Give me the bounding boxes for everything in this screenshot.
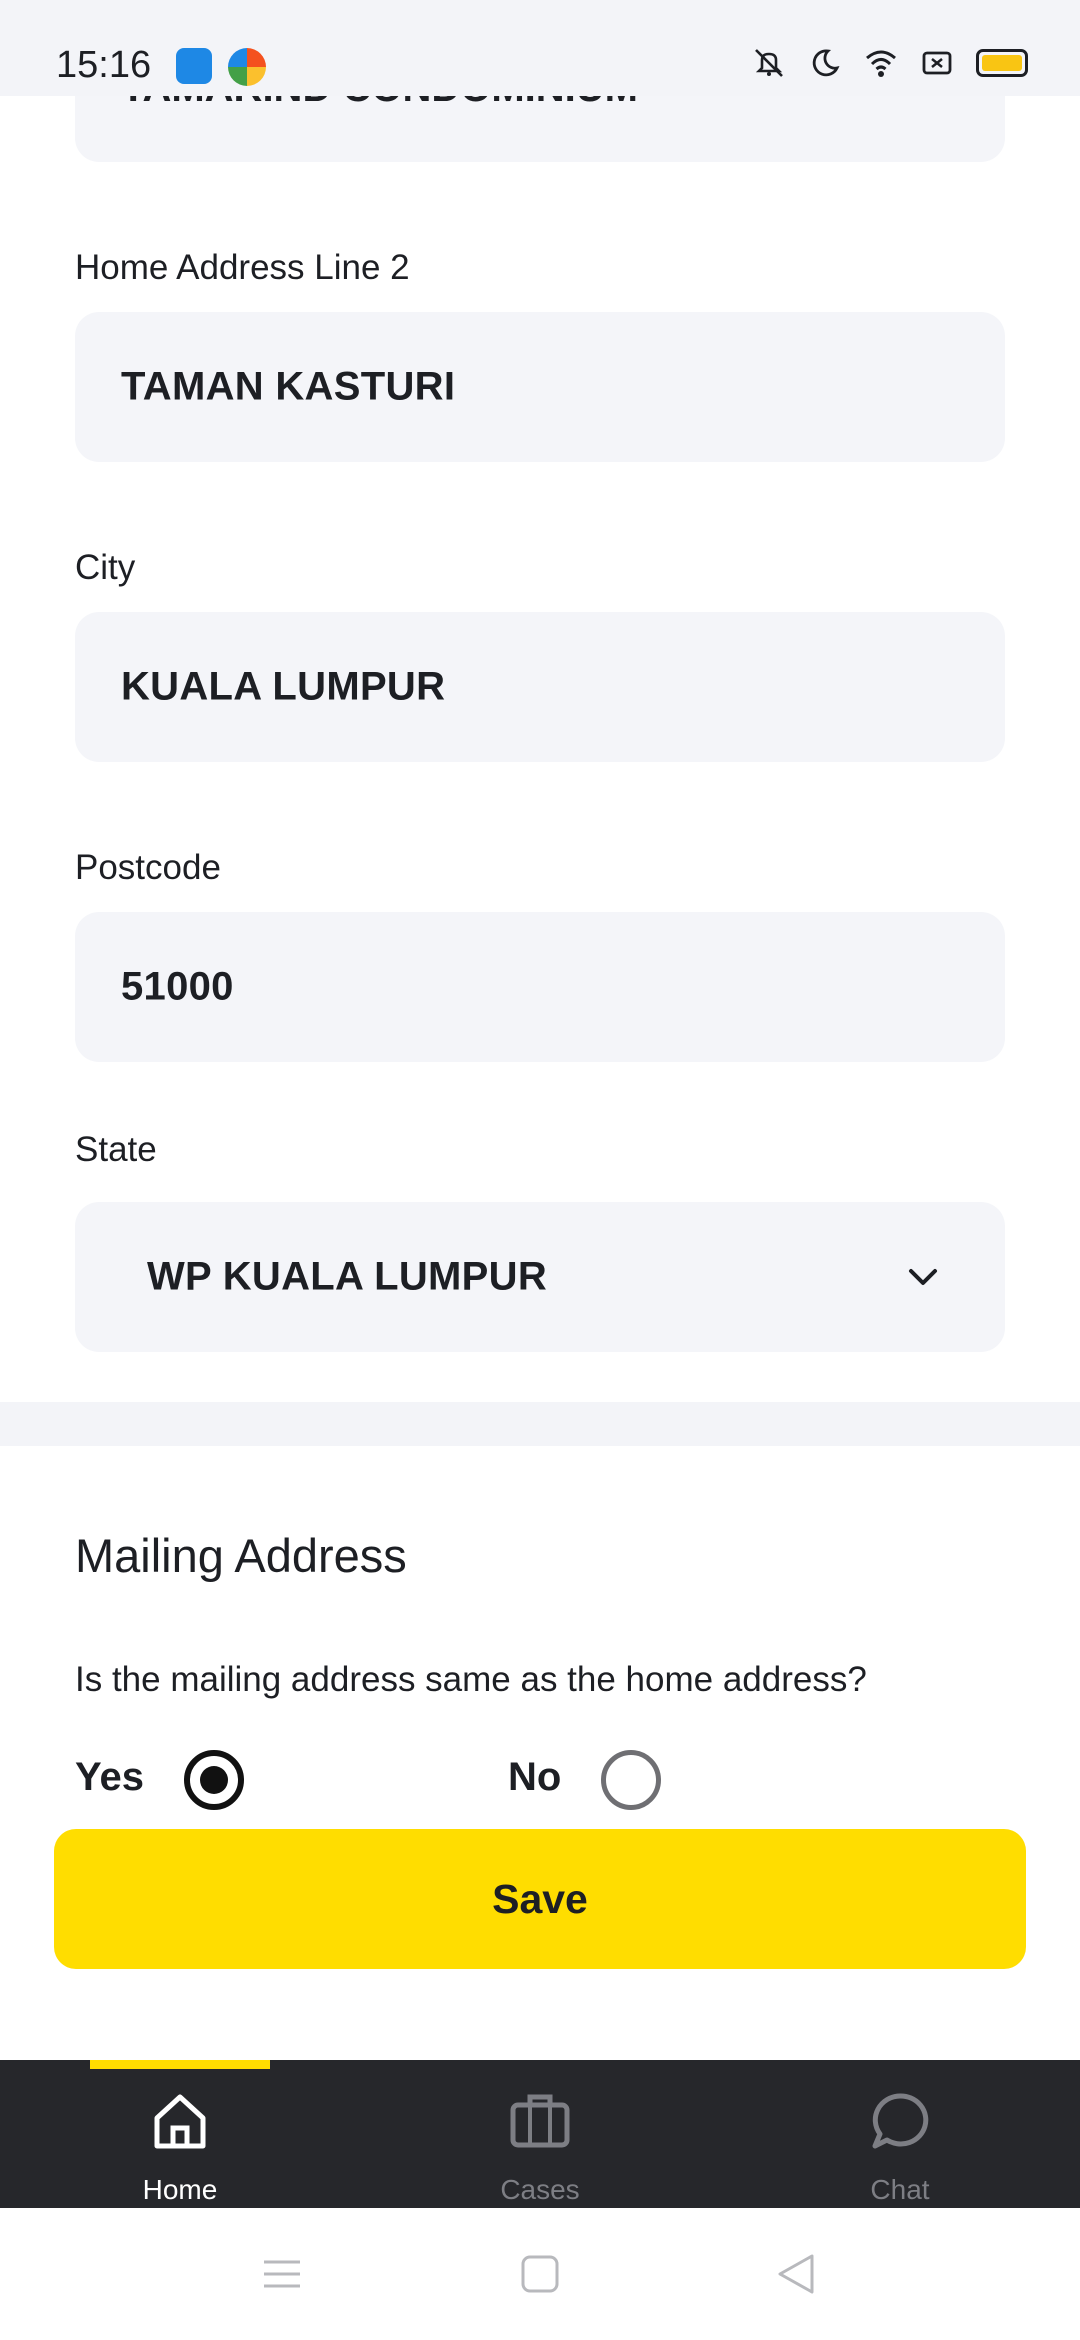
status-time: 15:16 bbox=[56, 44, 152, 86]
radio-yes[interactable] bbox=[184, 1750, 244, 1810]
save-button[interactable]: Save bbox=[54, 1829, 1026, 1969]
radio-no[interactable] bbox=[601, 1750, 661, 1810]
address-line2-value: TAMAN KASTURI bbox=[121, 364, 456, 409]
android-app-icon bbox=[176, 48, 212, 84]
radio-yes-label[interactable]: Yes bbox=[75, 1755, 144, 1800]
postcode-field[interactable]: 51000 bbox=[75, 912, 1005, 1062]
nav-cases-label: Cases bbox=[500, 2174, 580, 2205]
section-divider bbox=[0, 1402, 1080, 1446]
back-triangle-icon[interactable] bbox=[774, 2252, 818, 2296]
status-bar: 15:16 bbox=[0, 0, 1080, 96]
state-select[interactable]: WP KUALA LUMPUR bbox=[75, 1202, 1005, 1352]
system-nav-bar bbox=[0, 2208, 1080, 2340]
address-line2-field[interactable]: TAMAN KASTURI bbox=[75, 312, 1005, 462]
postcode-label: Postcode bbox=[75, 848, 221, 887]
nav-home[interactable]: Home bbox=[60, 2060, 300, 2208]
chevron-down-icon bbox=[905, 1259, 941, 1295]
address-line2-label: Home Address Line 2 bbox=[75, 248, 410, 287]
bottom-nav: Home Cases Chat bbox=[0, 2060, 1080, 2208]
nav-chat-label: Chat bbox=[870, 2174, 930, 2205]
city-label: City bbox=[75, 548, 136, 587]
city-field[interactable]: KUALA LUMPUR bbox=[75, 612, 1005, 762]
postcode-value: 51000 bbox=[121, 964, 234, 1009]
briefcase-icon bbox=[510, 2094, 570, 2148]
state-label: State bbox=[75, 1130, 157, 1169]
home-icon bbox=[154, 2094, 206, 2149]
mailing-address-title: Mailing Address bbox=[75, 1529, 407, 1582]
vibrate-off-icon bbox=[752, 46, 786, 80]
status-icons bbox=[752, 46, 1028, 80]
mailing-same-question: Is the mailing address same as the home … bbox=[75, 1660, 867, 1699]
battery-icon bbox=[976, 49, 1028, 77]
browser-app-icon bbox=[228, 48, 266, 86]
city-value: KUALA LUMPUR bbox=[121, 664, 446, 709]
app-root: TAMARIND CONDOMINIUM 15:16 Home Address … bbox=[0, 0, 1080, 2340]
state-value: WP KUALA LUMPUR bbox=[147, 1254, 548, 1299]
nav-cases[interactable]: Cases bbox=[420, 2060, 660, 2208]
wifi-icon bbox=[864, 46, 898, 80]
chat-bubble-icon bbox=[872, 2093, 929, 2149]
nav-chat[interactable]: Chat bbox=[780, 2060, 1020, 2208]
moon-icon bbox=[808, 46, 842, 80]
home-square-icon[interactable] bbox=[518, 2252, 562, 2296]
radio-no-label[interactable]: No bbox=[508, 1755, 561, 1800]
menu-icon[interactable] bbox=[260, 2252, 304, 2296]
sim-off-icon bbox=[920, 46, 954, 80]
nav-home-label: Home bbox=[142, 2174, 218, 2205]
